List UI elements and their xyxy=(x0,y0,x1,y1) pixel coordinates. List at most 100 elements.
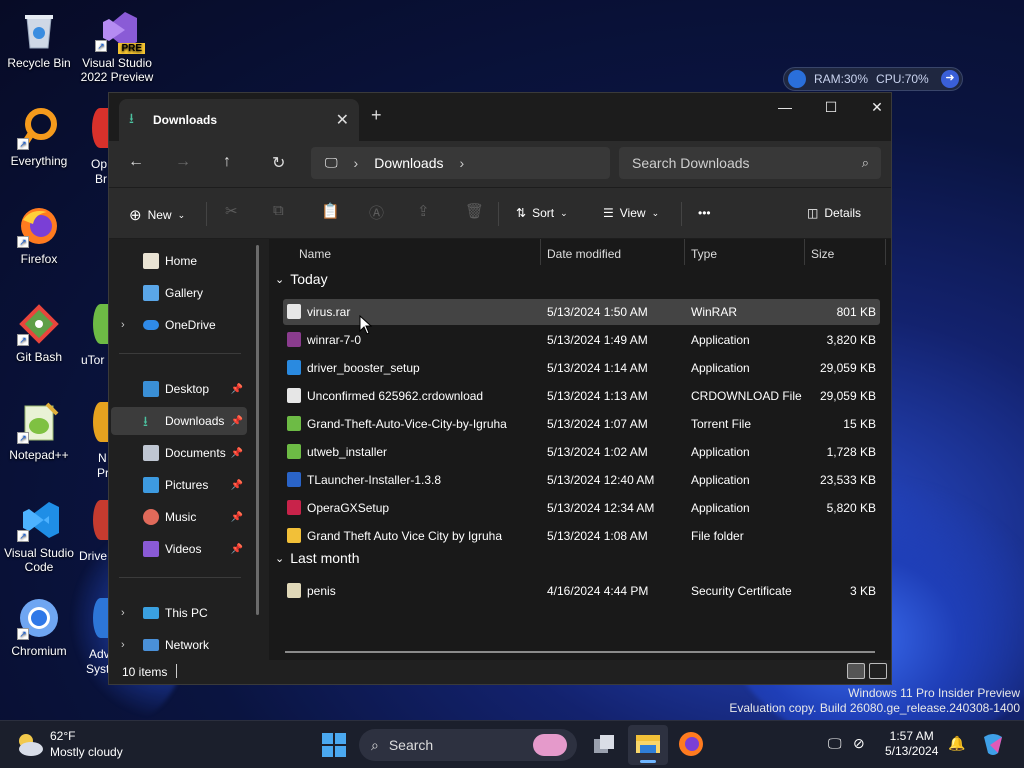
file-row[interactable]: TLauncher-Installer-1.3.8 5/13/2024 12:4… xyxy=(283,467,880,493)
partial-desktop-icon[interactable] xyxy=(93,402,108,442)
partial-desktop-icon[interactable] xyxy=(93,598,108,638)
breadcrumb-downloads[interactable]: Downloads xyxy=(374,155,443,171)
sidebar-item-pictures[interactable]: Pictures 📌 xyxy=(111,471,247,499)
desktop-icon-notepad-plus-plus[interactable]: ↗ Notepad++ xyxy=(0,400,79,462)
chevron-right-icon[interactable]: › xyxy=(121,639,125,651)
see-more-button[interactable]: ••• xyxy=(698,206,711,220)
copy-icon[interactable]: ⧉ xyxy=(273,202,284,219)
file-date: 5/13/2024 1:50 AM xyxy=(547,305,648,319)
minimize-button[interactable]: — xyxy=(765,99,805,115)
pin-icon[interactable]: 📌 xyxy=(231,448,243,459)
close-tab-icon[interactable]: ✕ xyxy=(336,110,349,130)
sidebar-item-videos[interactable]: Videos 📌 xyxy=(111,535,247,563)
new-tab-button[interactable]: + xyxy=(371,105,382,126)
paste-icon[interactable]: 📋 xyxy=(321,202,340,220)
start-button[interactable] xyxy=(322,733,346,760)
tab-downloads[interactable]: ⭳ Downloads ✕ xyxy=(119,99,359,141)
search-input[interactable]: Search Downloads ⌕ xyxy=(619,147,881,179)
chevron-right-icon[interactable]: › xyxy=(121,607,125,619)
taskbar-file-explorer[interactable] xyxy=(628,725,668,765)
file-row[interactable]: Grand Theft Auto Vice City by Igruha 5/1… xyxy=(283,523,880,549)
pin-icon[interactable]: 📌 xyxy=(231,480,243,491)
file-row[interactable]: Unconfirmed 625962.crdownload 5/13/2024 … xyxy=(283,383,880,409)
close-window-button[interactable]: ✕ xyxy=(857,99,897,116)
column-divider[interactable] xyxy=(684,239,685,265)
sort-button[interactable]: ⇅ Sort ⌄ xyxy=(516,206,568,220)
address-bar-row: ← → ↑ ↻ 🖵 › Downloads › Search Downloads… xyxy=(109,141,891,187)
details-button[interactable]: ◫ Details xyxy=(807,206,861,220)
sidebar-item-label: Gallery xyxy=(165,286,204,300)
shortcut-arrow-icon: ↗ xyxy=(17,628,29,640)
sidebar-item-this-pc[interactable]: › This PC xyxy=(111,599,247,627)
maximize-button[interactable]: ☐ xyxy=(811,99,851,116)
sidebar-item-documents[interactable]: Documents 📌 xyxy=(111,439,247,467)
desktop-icon-git-bash[interactable]: ↗ Git Bash xyxy=(0,302,79,364)
column-divider[interactable] xyxy=(804,239,805,265)
sidebar-item-desktop[interactable]: Desktop 📌 xyxy=(111,375,247,403)
delete-icon[interactable]: 🗑 xyxy=(465,202,484,220)
system-monitor-widget[interactable]: RAM:30% CPU:70% ➜ xyxy=(783,67,963,91)
desktop-icon-everything[interactable]: ↗ Everything xyxy=(0,106,79,168)
file-row[interactable]: Grand-Theft-Auto-Vice-City-by-Igruha 5/1… xyxy=(283,411,880,437)
partial-desktop-icon[interactable] xyxy=(93,304,108,344)
desktop-icon-vscode[interactable]: ↗ Visual Studio Code xyxy=(0,498,79,574)
pin-icon[interactable]: 📌 xyxy=(231,512,243,523)
horizontal-scrollbar[interactable] xyxy=(285,651,875,653)
notification-bell-icon[interactable]: 🔔 xyxy=(948,735,965,752)
desktop-icon-visual-studio[interactable]: PRE ↗ Visual Studio 2022 Preview xyxy=(77,8,157,84)
cut-icon[interactable]: ✂ xyxy=(225,202,238,220)
chevron-right-icon[interactable]: › xyxy=(459,155,464,171)
task-view-button[interactable] xyxy=(592,733,616,760)
chevron-right-icon[interactable]: › xyxy=(354,155,359,171)
file-list: Name Date modified Type Size ⌄ Today vir… xyxy=(269,239,891,660)
details-view-icon[interactable] xyxy=(847,663,865,679)
tiles-view-icon[interactable] xyxy=(869,663,887,679)
up-arrow-icon[interactable]: ↑ xyxy=(223,153,231,171)
sidebar-item-downloads[interactable]: ⭳ Downloads 📌 xyxy=(111,407,247,435)
breadcrumb[interactable]: 🖵 › Downloads › xyxy=(311,147,610,179)
pin-icon[interactable]: 📌 xyxy=(231,384,243,395)
column-size[interactable]: Size xyxy=(811,247,834,261)
forward-arrow-icon[interactable]: → xyxy=(175,153,191,171)
desktop-icon-chromium[interactable]: ↗ Chromium xyxy=(0,596,79,658)
sidebar-item-onedrive[interactable]: › OneDrive xyxy=(111,311,247,339)
column-name[interactable]: Name xyxy=(299,247,331,261)
network-status-icon[interactable]: ⊘ xyxy=(853,735,865,752)
display-icon[interactable]: 🖵 xyxy=(828,735,842,752)
desktop-icon-firefox[interactable]: ↗ Firefox xyxy=(0,204,79,266)
pin-icon[interactable]: 📌 xyxy=(231,544,243,555)
chevron-right-icon[interactable]: › xyxy=(121,319,125,331)
taskbar-firefox[interactable] xyxy=(678,731,704,760)
share-icon[interactable]: ⇪ xyxy=(417,202,430,220)
arrow-right-icon[interactable]: ➜ xyxy=(941,70,959,88)
sidebar-item-home[interactable]: Home xyxy=(111,247,247,275)
column-divider[interactable] xyxy=(540,239,541,265)
view-label: View xyxy=(619,206,646,220)
column-type[interactable]: Type xyxy=(691,247,717,261)
file-row[interactable]: OperaGXSetup 5/13/2024 12:34 AM Applicat… xyxy=(283,495,880,521)
rename-icon[interactable]: Ⓐ xyxy=(369,202,384,223)
view-button[interactable]: ☰ View ⌄ xyxy=(603,206,659,220)
partial-desktop-icon[interactable] xyxy=(92,108,108,148)
sidebar-item-network[interactable]: › Network xyxy=(111,631,247,659)
desktop-icon-recycle-bin[interactable]: Recycle Bin xyxy=(0,8,79,70)
column-divider[interactable] xyxy=(885,239,886,265)
new-button[interactable]: ⊕ New ⌄ xyxy=(129,206,185,224)
pin-icon[interactable]: 📌 xyxy=(231,416,243,427)
group-header-today[interactable]: ⌄ Today xyxy=(275,271,328,287)
copilot-button[interactable] xyxy=(980,731,1006,760)
weather-widget[interactable] xyxy=(14,731,44,760)
back-arrow-icon[interactable]: ← xyxy=(128,153,144,171)
taskbar-search[interactable]: ⌕ Search xyxy=(359,729,577,761)
group-header-last-month[interactable]: ⌄ Last month xyxy=(275,550,359,566)
file-row[interactable]: driver_booster_setup 5/13/2024 1:14 AM A… xyxy=(283,355,880,381)
partial-desktop-icon[interactable] xyxy=(93,500,108,540)
sidebar-item-music[interactable]: Music 📌 xyxy=(111,503,247,531)
file-row[interactable]: penis 4/16/2024 4:44 PM Security Certifi… xyxy=(283,578,880,604)
column-date-modified[interactable]: Date modified xyxy=(547,247,621,261)
file-row[interactable]: utweb_installer 5/13/2024 1:02 AM Applic… xyxy=(283,439,880,465)
sidebar-item-gallery[interactable]: Gallery xyxy=(111,279,247,307)
refresh-icon[interactable]: ↻ xyxy=(272,153,285,173)
navigation-scrollbar[interactable] xyxy=(256,245,259,615)
clock[interactable]: 1:57 AM 5/13/2024 xyxy=(885,729,938,759)
